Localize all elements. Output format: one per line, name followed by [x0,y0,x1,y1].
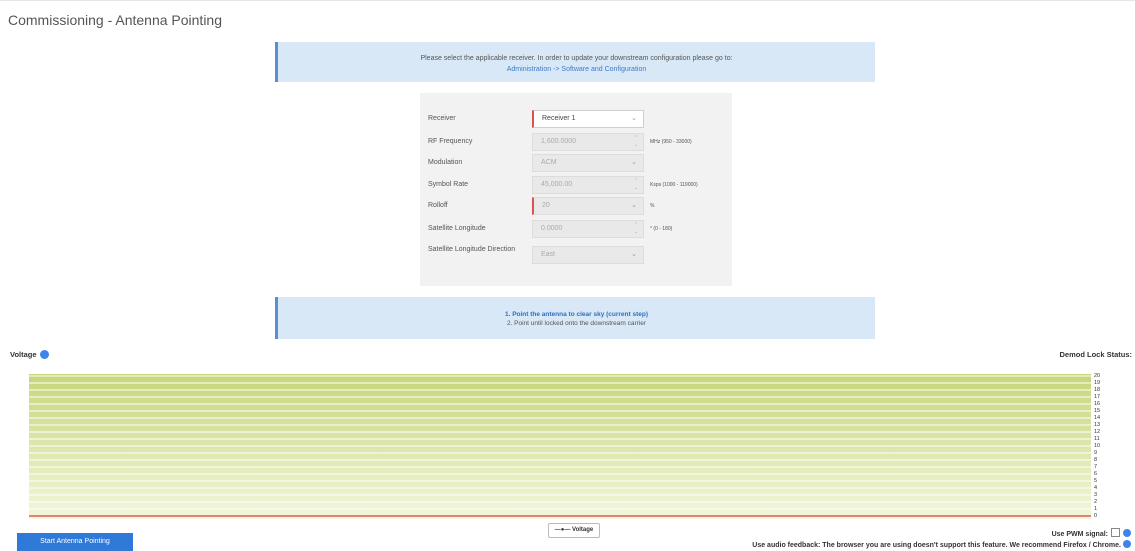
modulation-row: Modulation ACM ⌄ [420,154,732,172]
receiver-form: Receiver Receiver 1 ⌄ RF Frequency 1,600… [420,93,732,286]
y-axis: 0 1 2 3 4 5 6 7 8 9 10 11 12 13 14 15 16 17 18 19 20 [1094,370,1124,520]
sat-longitude-value: 0.0000 [541,225,563,232]
symbol-rate-value: 45,000.00 [541,181,573,188]
y-tick-label: 0 [1094,513,1098,519]
y-tick-label: 1 [1094,506,1098,512]
legend-marker-icon: —●— [554,527,571,533]
sat-longitude-label: Satellite Longitude [428,225,486,232]
current-step: 1. Point the antenna to clear sky (curre… [504,311,649,318]
chevron-down-icon: ⌄ [631,159,637,166]
rolloff-label: Rolloff [428,202,448,209]
y-tick-label: 6 [1094,471,1098,477]
spinner-icon: ⌃ ⌄ [633,178,638,191]
info-text: Please select the applicable receiver. I… [420,55,733,62]
audio-feedback-label: Use audio feedback: The browser you are … [752,542,1121,549]
sat-longitude-dir-select[interactable]: East ⌄ [532,246,644,264]
spinner-icon: ⌃ ⌄ [633,135,638,148]
receiver-label: Receiver [428,115,456,122]
y-tick-label: 9 [1094,450,1098,456]
pwm-signal-row: Use PWM signal: [1052,528,1131,538]
y-tick-label: 5 [1094,478,1098,484]
voltage-chart [29,374,1091,519]
info-banner: Please select the applicable receiver. I… [275,42,875,82]
y-tick-label: 2 [1094,499,1098,505]
rf-frequency-value: 1,600.0000 [541,138,577,145]
y-tick-label: 10 [1094,443,1101,449]
info-icon[interactable] [39,350,49,359]
receiver-value: Receiver 1 [542,115,576,122]
voltage-title: Voltage [10,350,49,359]
rolloff-select[interactable]: 20 ⌄ [532,197,644,215]
steps-banner: 1. Point the antenna to clear sky (curre… [275,297,875,339]
start-antenna-pointing-button[interactable]: Start Antenna Pointing [17,533,133,551]
voltage-chart-svg [29,374,1091,519]
legend-voltage-button[interactable]: —●— Voltage [548,523,600,538]
y-tick-label: 15 [1094,408,1101,414]
symbol-rate-input[interactable]: 45,000.00 ⌃ ⌄ [532,176,644,194]
symbol-rate-unit: Ksps (1000 - 119000) [650,182,698,188]
legend-voltage-label: Voltage [572,527,594,533]
y-tick-label: 11 [1094,436,1100,442]
chevron-down-icon: ⌄ [631,115,637,122]
y-tick-label: 14 [1094,415,1101,421]
symbol-rate-label: Symbol Rate [428,181,469,188]
chevron-down-icon: ⌄ [631,251,637,258]
modulation-label: Modulation [428,159,463,166]
y-tick-label: 4 [1094,485,1098,491]
y-tick-label: 8 [1094,457,1098,463]
chevron-down-icon: ⌄ [631,202,637,209]
rolloff-value: 20 [542,202,550,209]
modulation-value: ACM [541,159,557,166]
rf-frequency-row: RF Frequency 1,600.0000 ⌃ ⌄ MHz (950 - 33… [420,133,732,151]
y-tick-label: 12 [1094,429,1101,435]
config-link[interactable]: Administration -> Software and Configura… [278,64,875,75]
receiver-row: Receiver Receiver 1 ⌄ [420,110,732,128]
symbol-rate-row: Symbol Rate 45,000.00 ⌃ ⌄ Ksps (1000 - 11… [420,176,732,194]
sat-longitude-row: Satellite Longitude 0.0000 ⌃ ⌄ ° (0 - 180… [420,220,732,238]
pwm-checkbox[interactable] [1111,528,1120,537]
y-tick-label: 13 [1094,422,1101,428]
rolloff-unit: % [650,203,655,209]
sat-longitude-input[interactable]: 0.0000 ⌃ ⌄ [532,220,644,238]
sat-longitude-unit: ° (0 - 180) [650,226,673,232]
audio-feedback-row: Use audio feedback: The browser you are … [752,540,1131,549]
receiver-select[interactable]: Receiver 1 ⌄ [532,110,644,128]
rf-frequency-unit: MHz (950 - 33000) [650,139,692,145]
y-tick-label: 20 [1094,373,1101,379]
voltage-title-label: Voltage [10,350,37,359]
y-tick-label: 16 [1094,401,1101,407]
pwm-info-icon[interactable] [1123,529,1131,537]
y-tick-label: 17 [1094,394,1101,400]
audio-info-icon[interactable] [1123,540,1131,548]
sat-longitude-dir-value: East [541,251,556,258]
modulation-select[interactable]: ACM ⌄ [532,154,644,172]
y-tick-label: 19 [1094,380,1101,386]
y-tick-label: 18 [1094,387,1101,393]
sat-longitude-dir-label: Satellite Longitude Direction [428,246,516,253]
spinner-icon: ⌃ ⌄ [633,222,638,235]
page-title: Commissioning - Antenna Pointing [8,12,223,28]
sat-longitude-dir-row: Satellite Longitude Direction East ⌄ [420,246,732,264]
rf-frequency-label: RF Frequency [428,138,473,145]
y-tick-label: 3 [1094,492,1098,498]
pwm-signal-label: Use PWM signal: [1051,531,1108,538]
header-divider [0,0,1135,1]
next-step: 2. Point until locked onto the downstrea… [506,320,647,327]
demod-lock-status-label: Demod Lock Status: [1059,350,1132,359]
rf-frequency-input[interactable]: 1,600.0000 ⌃ ⌄ [532,133,644,151]
rolloff-row: Rolloff 20 ⌄ % [420,197,732,215]
y-tick-label: 7 [1094,464,1098,470]
